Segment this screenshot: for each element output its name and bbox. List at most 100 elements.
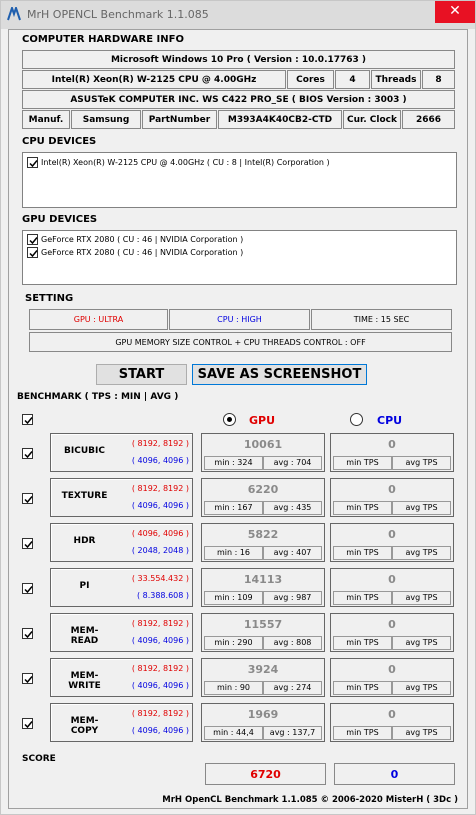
- window-title: MrH OPENCL Benchmark 1.1.085: [27, 8, 209, 21]
- res-gpu: ( 8192, 8192 ): [131, 439, 189, 448]
- setting-cpu[interactable]: CPU : HIGH: [169, 309, 310, 330]
- row-checkbox[interactable]: [22, 448, 33, 459]
- res-gpu: ( 8192, 8192 ): [131, 709, 189, 718]
- setting-time[interactable]: TIME : 15 SEC: [311, 309, 452, 330]
- bench-name: TEXTURE: [61, 491, 108, 501]
- gpu-radio-label: GPU: [249, 414, 276, 427]
- gpu-score: 1969: [247, 708, 279, 721]
- res-cpu: ( 4096, 4096 ): [131, 681, 189, 690]
- res-gpu: ( 8192, 8192 ): [131, 484, 189, 493]
- cpu-score: 0: [388, 528, 396, 541]
- res-cpu: ( 4096, 4096 ): [131, 726, 189, 735]
- checkbox-checked-icon[interactable]: [27, 234, 38, 245]
- res-gpu: ( 8192, 8192 ): [131, 619, 189, 628]
- gpu-score-panel: 14113 min : 109 avg : 987: [201, 568, 325, 607]
- res-cpu: ( 4096, 4096 ): [131, 501, 189, 510]
- gpu-device-item[interactable]: GeForce RTX 2080 ( CU : 46 | NVIDIA Corp…: [27, 234, 243, 245]
- gpu-avg: avg : 137,7: [263, 726, 322, 740]
- gpu-devices-heading: GPU DEVICES: [22, 214, 98, 225]
- gpu-device-item[interactable]: GeForce RTX 2080 ( CU : 46 | NVIDIA Corp…: [27, 247, 243, 258]
- cpu-score: 0: [388, 573, 396, 586]
- checkbox-checked-icon[interactable]: [27, 247, 38, 258]
- gpu-min: min : 290: [204, 636, 263, 650]
- close-icon: ✕: [449, 3, 461, 19]
- gpu-score-panel: 5822 min : 16 avg : 407: [201, 523, 325, 562]
- gpu-avg: avg : 435: [263, 501, 322, 515]
- gpu-min: min : 109: [204, 591, 263, 605]
- bench-name-box: HDR ( 4096, 4096 ) ( 2048, 2048 ): [50, 523, 193, 562]
- row-checkbox[interactable]: [22, 673, 33, 684]
- save-screenshot-button[interactable]: SAVE AS SCREENSHOT: [192, 364, 367, 385]
- res-cpu: ( 4096, 4096 ): [131, 636, 189, 645]
- cpu-score-panel: 0 min TPS avg TPS: [330, 658, 454, 697]
- bench-name-box: MEM-READ ( 8192, 8192 ) ( 4096, 4096 ): [50, 613, 193, 652]
- cpu-avg: avg TPS: [392, 456, 451, 470]
- gpu-total-score: 6720: [205, 763, 326, 785]
- row-checkbox[interactable]: [22, 493, 33, 504]
- app-window: MrH OPENCL Benchmark 1.1.085 ✕ COMPUTER …: [0, 0, 476, 815]
- gpu-avg: avg : 704: [263, 456, 322, 470]
- select-all-checkbox[interactable]: [22, 414, 33, 425]
- title-bar[interactable]: MrH OPENCL Benchmark 1.1.085 ✕: [1, 1, 475, 29]
- bench-name: PI: [79, 581, 90, 591]
- cores-value: 4: [335, 70, 370, 89]
- cpu-score-panel: 0 min TPS avg TPS: [330, 613, 454, 652]
- cpu-score-panel: 0 min TPS avg TPS: [330, 523, 454, 562]
- clock-value: 2666: [402, 110, 455, 129]
- cpu-radio-label: CPU: [377, 414, 403, 427]
- gpu-score: 5822: [247, 528, 279, 541]
- row-checkbox[interactable]: [22, 538, 33, 549]
- threads-value: 8: [422, 70, 455, 89]
- setting-gpu[interactable]: GPU : ULTRA: [29, 309, 168, 330]
- cpu-info: Intel(R) Xeon(R) W-2125 CPU @ 4.00GHz: [22, 70, 286, 89]
- gpu-device-label: GeForce RTX 2080 ( CU : 46 | NVIDIA Corp…: [41, 248, 244, 257]
- part-value: M393A4K40CB2-CTD: [218, 110, 342, 129]
- row-checkbox[interactable]: [22, 718, 33, 729]
- res-cpu: ( 8.388.608 ): [136, 591, 189, 600]
- gpu-devices-list[interactable]: GeForce RTX 2080 ( CU : 46 | NVIDIA Corp…: [22, 230, 457, 285]
- bench-name-box: MEM-WRITE ( 8192, 8192 ) ( 4096, 4096 ): [50, 658, 193, 697]
- row-checkbox[interactable]: [22, 628, 33, 639]
- gpu-min: min : 90: [204, 681, 263, 695]
- gpu-min: min : 324: [204, 456, 263, 470]
- gpu-score: 10061: [243, 438, 283, 451]
- cpu-device-item[interactable]: Intel(R) Xeon(R) W-2125 CPU @ 4.00GHz ( …: [27, 157, 330, 168]
- footer-copyright: MrH OpenCL Benchmark 1.1.085 © 2006-2020…: [162, 795, 458, 805]
- cpu-score: 0: [388, 438, 396, 451]
- cpu-devices-list[interactable]: Intel(R) Xeon(R) W-2125 CPU @ 4.00GHz ( …: [22, 152, 457, 208]
- row-checkbox[interactable]: [22, 583, 33, 594]
- start-button[interactable]: START: [96, 364, 187, 385]
- cpu-min: min TPS: [333, 501, 392, 515]
- cpu-score: 0: [388, 618, 396, 631]
- cpu-total-score: 0: [334, 763, 455, 785]
- cpu-min: min TPS: [333, 591, 392, 605]
- cpu-score-panel: 0 min TPS avg TPS: [330, 433, 454, 472]
- gpu-score-panel: 3924 min : 90 avg : 274: [201, 658, 325, 697]
- gpu-device-label: GeForce RTX 2080 ( CU : 46 | NVIDIA Corp…: [41, 235, 244, 244]
- cpu-min: min TPS: [333, 456, 392, 470]
- bench-name: BICUBIC: [64, 446, 105, 456]
- cpu-radio[interactable]: [350, 413, 363, 426]
- cpu-score-panel: 0 min TPS avg TPS: [330, 568, 454, 607]
- cpu-score-panel: 0 min TPS avg TPS: [330, 478, 454, 517]
- cpu-min: min TPS: [333, 636, 392, 650]
- manuf-value: Samsung: [71, 110, 141, 129]
- cores-label: Cores: [287, 70, 334, 89]
- bench-name: HDR: [73, 536, 96, 546]
- close-button[interactable]: ✕: [435, 1, 475, 23]
- cpu-avg: avg TPS: [392, 636, 451, 650]
- checkbox-checked-icon[interactable]: [27, 157, 38, 168]
- gpu-avg: avg : 808: [263, 636, 322, 650]
- cpu-score: 0: [388, 663, 396, 676]
- cpu-avg: avg TPS: [392, 681, 451, 695]
- cpu-avg: avg TPS: [392, 501, 451, 515]
- os-info: Microsoft Windows 10 Pro ( Version : 10.…: [22, 50, 455, 69]
- board-info: ASUSTeK COMPUTER INC. WS C422 PRO_SE ( B…: [22, 90, 455, 109]
- gpu-score-panel: 6220 min : 167 avg : 435: [201, 478, 325, 517]
- gpu-avg: avg : 274: [263, 681, 322, 695]
- bench-name-box: TEXTURE ( 8192, 8192 ) ( 4096, 4096 ): [50, 478, 193, 517]
- setting-memory-control[interactable]: GPU MEMORY SIZE CONTROL + CPU THREADS CO…: [29, 332, 452, 352]
- res-gpu: ( 4096, 4096 ): [131, 529, 189, 538]
- gpu-radio[interactable]: [223, 413, 236, 426]
- threads-label: Threads: [371, 70, 421, 89]
